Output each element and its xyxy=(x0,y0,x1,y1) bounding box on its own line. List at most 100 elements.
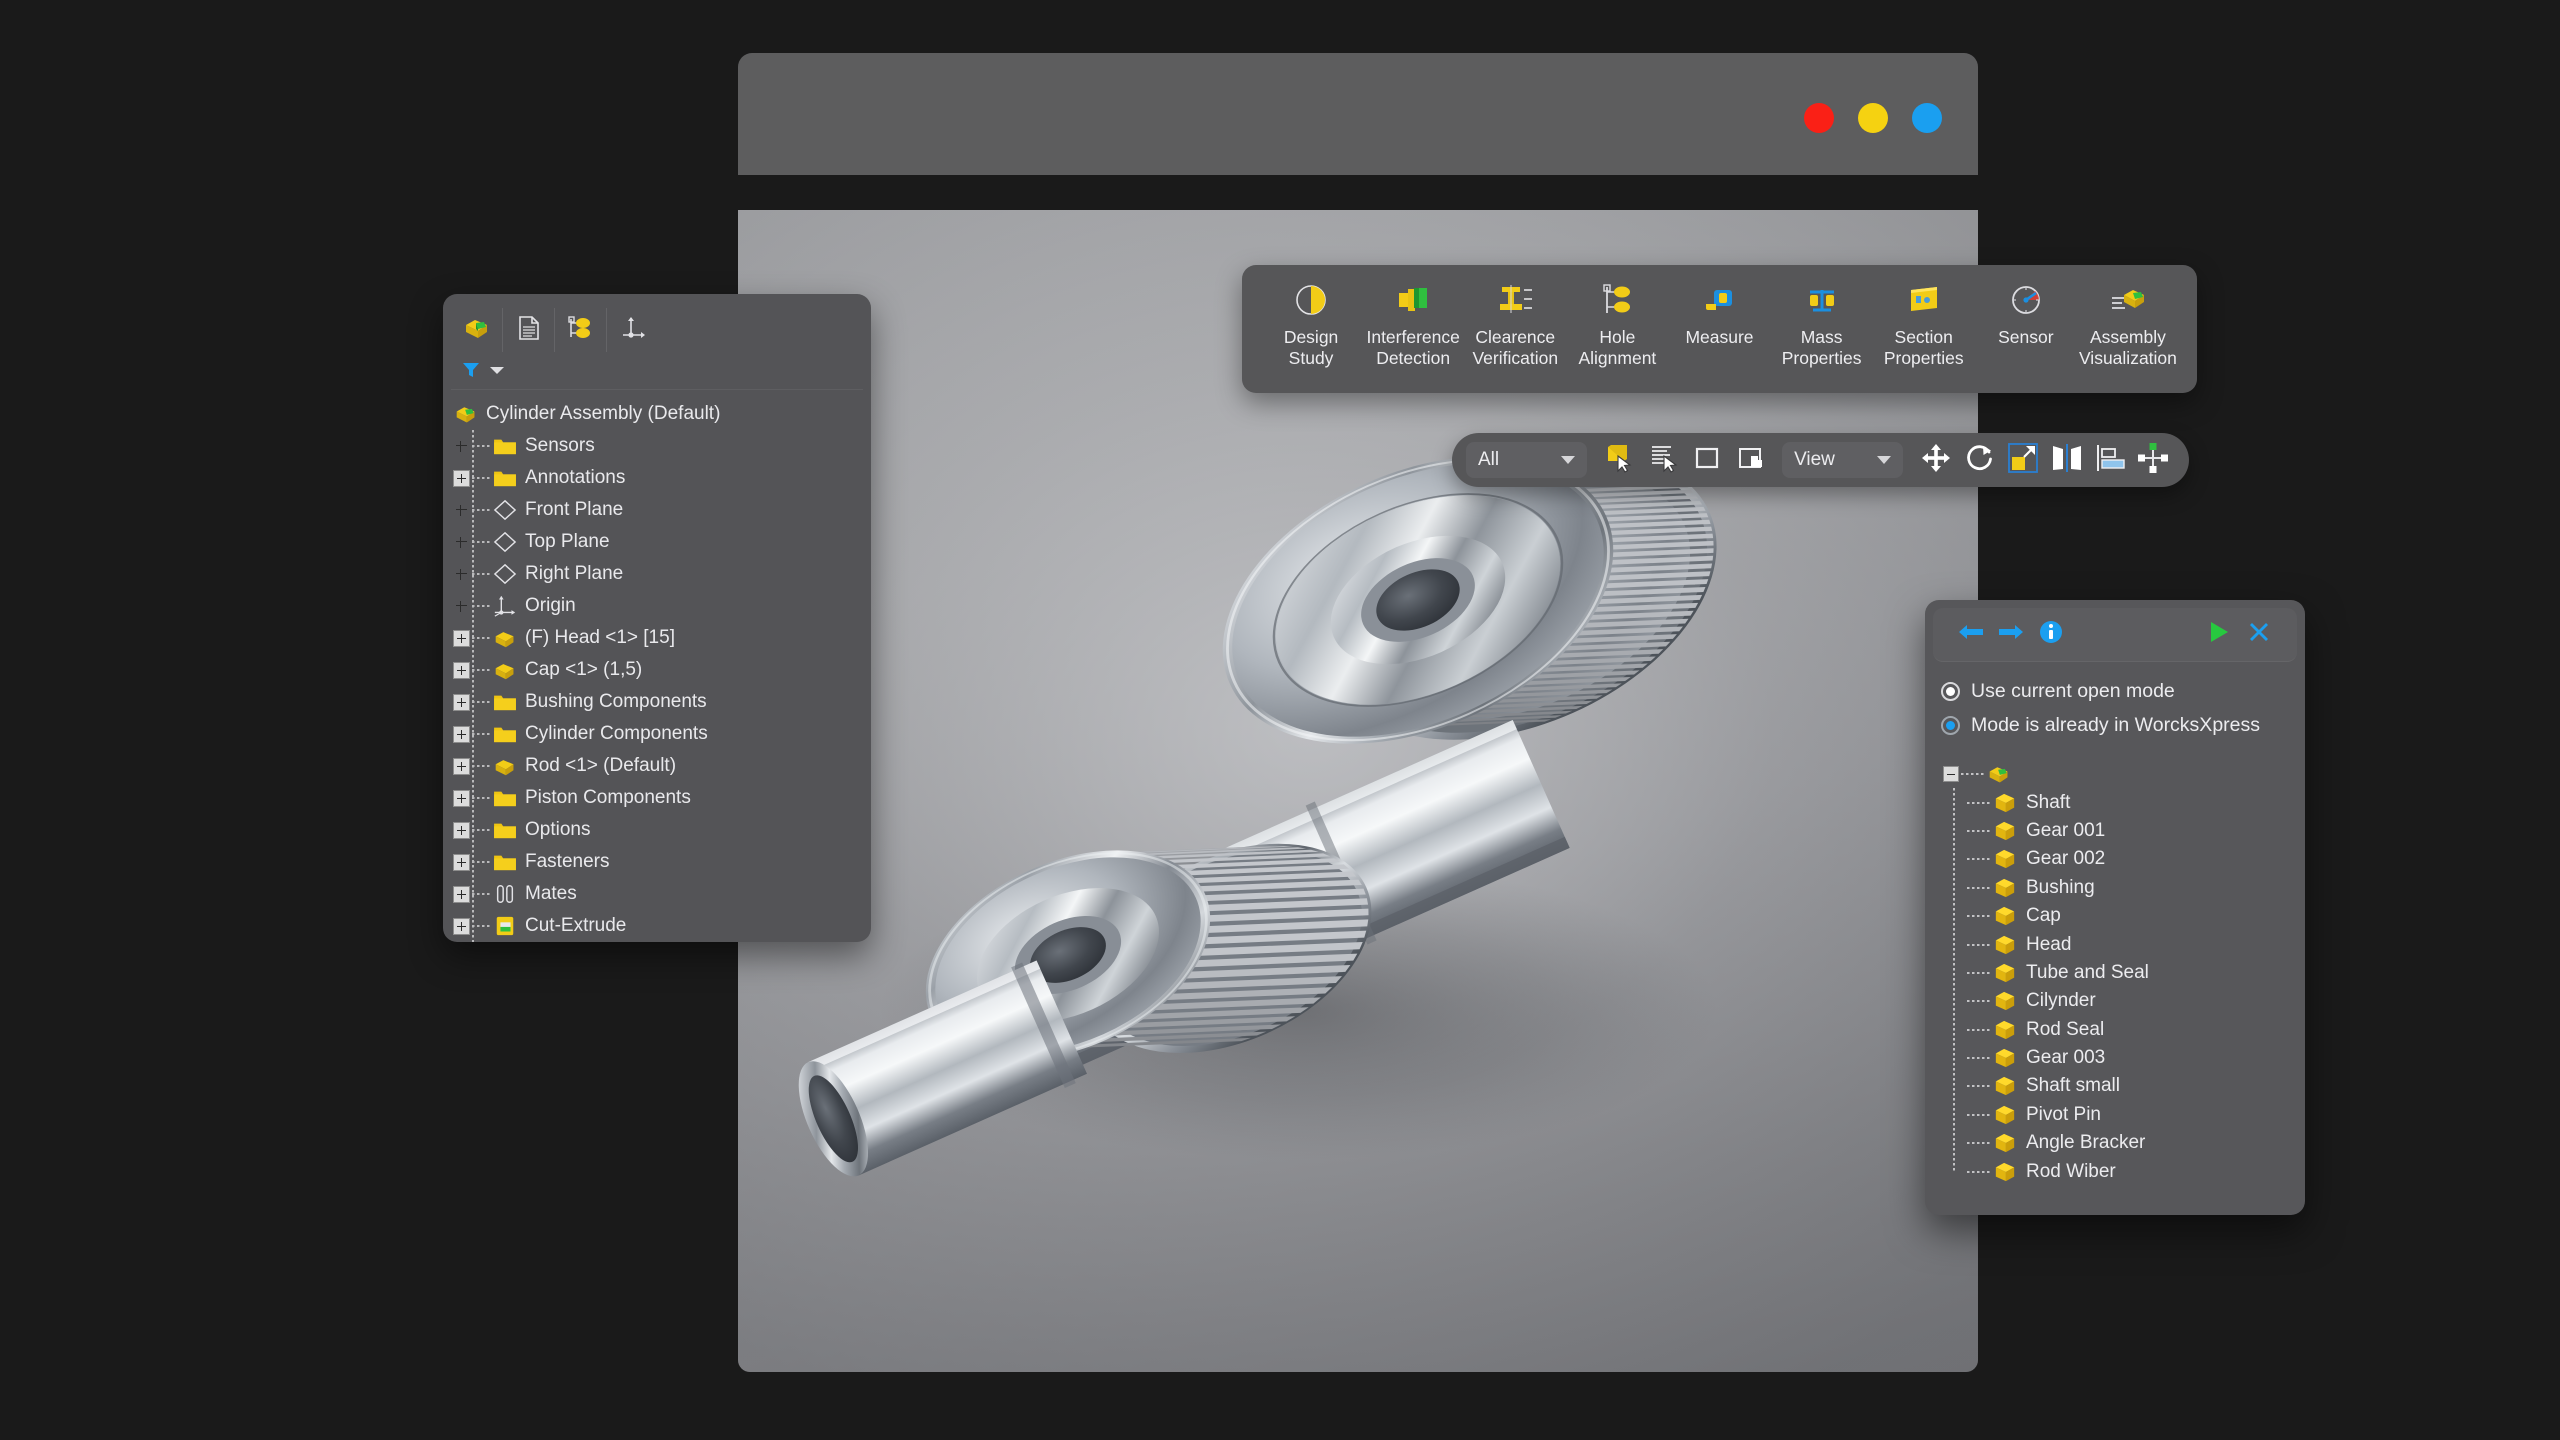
option-mode-already-worcksxpress[interactable]: Mode is already in WorcksXpress xyxy=(1941,708,2289,742)
expand-toggle[interactable] xyxy=(453,821,470,839)
move-arrows-icon xyxy=(1921,443,1951,478)
expand-toggle[interactable] xyxy=(453,469,470,487)
tree-item-sensors[interactable]: Sensors xyxy=(453,430,871,462)
tree-connector xyxy=(472,861,492,863)
expand-toggle[interactable] xyxy=(453,757,470,775)
coordinate-system-button[interactable] xyxy=(2132,438,2175,482)
expand-toggle[interactable] xyxy=(453,725,470,743)
expand-toggle[interactable] xyxy=(453,917,470,935)
tree-item-fasteners[interactable]: Fasteners xyxy=(453,846,871,878)
tree-item-mates[interactable]: Mates xyxy=(453,878,871,910)
tree-item-top-plane[interactable]: Top Plane xyxy=(453,526,871,558)
expand-toggle[interactable] xyxy=(453,629,470,647)
tree-item-rod-1-default[interactable]: Rod <1> (Default) xyxy=(453,750,871,782)
view-select[interactable]: View xyxy=(1782,442,1903,478)
dialog-part-bushing[interactable]: Bushing xyxy=(1967,874,2305,902)
filter-funnel-icon[interactable] xyxy=(461,360,481,385)
expand-toggle[interactable] xyxy=(453,661,470,679)
ribbon-label: Interference Detection xyxy=(1366,327,1460,368)
dialog-part-rod-seal[interactable]: Rod Seal xyxy=(1967,1016,2305,1044)
select-over-button[interactable] xyxy=(1729,438,1772,482)
expand-toggle[interactable] xyxy=(453,789,470,807)
option-use-current-open-mode[interactable]: Use current open mode xyxy=(1941,674,2289,708)
interference-detection-icon xyxy=(1395,279,1431,321)
explode-icon xyxy=(2007,442,2039,479)
tree-item-cut-extrude[interactable]: Cut-Extrude xyxy=(453,910,871,942)
close-button[interactable] xyxy=(2239,615,2279,655)
dialog-part-tree: Shaft Gear 001 Gear 002 Bushing Cap Head Tube … xyxy=(1925,746,2305,1186)
forward-button[interactable] xyxy=(1991,615,2031,655)
dialog-part-cap[interactable]: Cap xyxy=(1967,902,2305,930)
minimize-window-button[interactable] xyxy=(1858,103,1888,133)
run-button[interactable] xyxy=(2199,615,2239,655)
part-icon xyxy=(492,627,518,649)
explode-view-button[interactable] xyxy=(2001,438,2044,482)
tree-item-cylinder-components[interactable]: Cylinder Components xyxy=(453,718,871,750)
rotate-component-button[interactable] xyxy=(1958,438,2001,482)
hole-alignment-icon xyxy=(1600,279,1634,321)
tree-item-origin[interactable]: Origin xyxy=(453,590,871,622)
scope-select[interactable]: All xyxy=(1466,442,1587,478)
tab-assembly-tree[interactable] xyxy=(451,308,503,352)
ribbon-assembly-visualization[interactable]: Assembly Visualization xyxy=(2077,279,2179,369)
select-list-button[interactable] xyxy=(1642,438,1685,482)
dialog-part-gear-001[interactable]: Gear 001 xyxy=(1967,817,2305,845)
collapse-toggle[interactable] xyxy=(1943,766,1959,783)
dialog-part-shaft[interactable]: Shaft xyxy=(1967,788,2305,816)
tab-property-manager[interactable] xyxy=(503,308,555,352)
tree-item-cap-1-1-5[interactable]: Cap <1> (1,5) xyxy=(453,654,871,686)
tab-display-manager[interactable] xyxy=(607,308,659,352)
expand-toggle[interactable] xyxy=(453,693,470,711)
align-button[interactable] xyxy=(2088,438,2131,482)
dialog-part-angle-bracker[interactable]: Angle Bracker xyxy=(1967,1129,2305,1157)
dialog-part-label: Pivot Pin xyxy=(2026,1103,2101,1125)
tree-item-piston-components[interactable]: Piston Components xyxy=(453,782,871,814)
back-button[interactable] xyxy=(1951,615,1991,655)
tree-item-f-head-1-15[interactable]: (F) Head <1> [15] xyxy=(453,622,871,654)
option-label: Mode is already in WorcksXpress xyxy=(1971,713,2260,736)
dialog-tree-root[interactable] xyxy=(1943,760,2305,788)
mirror-button[interactable] xyxy=(2045,438,2088,482)
expand-toggle[interactable] xyxy=(453,885,470,903)
dialog-part-head[interactable]: Head xyxy=(1967,930,2305,958)
tree-item-annotations[interactable]: Annotations xyxy=(453,462,871,494)
tab-configuration-manager[interactable] xyxy=(555,308,607,352)
tree-root-item[interactable]: Cylinder Assembly (Default) xyxy=(453,398,871,430)
select-face-icon xyxy=(1605,443,1635,478)
dialog-part-rod-wiber[interactable]: Rod Wiber xyxy=(1967,1157,2305,1185)
ribbon-sensor[interactable]: Sensor xyxy=(1975,279,2077,348)
maximize-window-button[interactable] xyxy=(1912,103,1942,133)
measure-icon xyxy=(1702,279,1736,321)
tree-item-bushing-components[interactable]: Bushing Components xyxy=(453,686,871,718)
info-button[interactable] xyxy=(2031,615,2071,655)
tree-item-right-plane[interactable]: Right Plane xyxy=(453,558,871,590)
box-select-button[interactable] xyxy=(1685,438,1728,482)
ribbon-hole-alignment[interactable]: Hole Alignment xyxy=(1566,279,1668,369)
chevron-down-icon[interactable] xyxy=(489,364,505,382)
dialog-part-tube-and-seal[interactable]: Tube and Seal xyxy=(1967,959,2305,987)
ribbon-measure[interactable]: Measure xyxy=(1668,279,1770,348)
close-x-icon xyxy=(2247,620,2271,649)
dialog-part-cilynder[interactable]: Cilynder xyxy=(1967,987,2305,1015)
close-window-button[interactable] xyxy=(1804,103,1834,133)
ribbon-design-study[interactable]: Design Study xyxy=(1260,279,1362,369)
feature-tree-filter-bar xyxy=(451,356,863,390)
dialog-part-shaft-small[interactable]: Shaft small xyxy=(1967,1072,2305,1100)
select-face-button[interactable] xyxy=(1599,438,1642,482)
dialog-part-gear-002[interactable]: Gear 002 xyxy=(1967,845,2305,873)
tree-item-options[interactable]: Options xyxy=(453,814,871,846)
ribbon-clearance-verification[interactable]: Clearence Verification xyxy=(1464,279,1566,369)
worcksxpress-dialog: Use current open mode Mode is already in… xyxy=(1925,600,2305,1215)
tree-item-front-plane[interactable]: Front Plane xyxy=(453,494,871,526)
dialog-part-label: Cap xyxy=(2026,905,2061,927)
move-component-button[interactable] xyxy=(1915,438,1958,482)
expand-toggle[interactable] xyxy=(453,853,470,871)
chevron-down-icon xyxy=(1876,456,1891,464)
tree-connector xyxy=(472,701,492,703)
dialog-part-gear-003[interactable]: Gear 003 xyxy=(1967,1044,2305,1072)
dialog-part-pivot-pin[interactable]: Pivot Pin xyxy=(1967,1101,2305,1129)
ribbon-mass-properties[interactable]: Mass Properties xyxy=(1771,279,1873,369)
ribbon-section-properties[interactable]: Section Properties xyxy=(1873,279,1975,369)
ribbon-interference-detection[interactable]: Interference Detection xyxy=(1362,279,1464,369)
mirror-icon xyxy=(2051,443,2083,478)
